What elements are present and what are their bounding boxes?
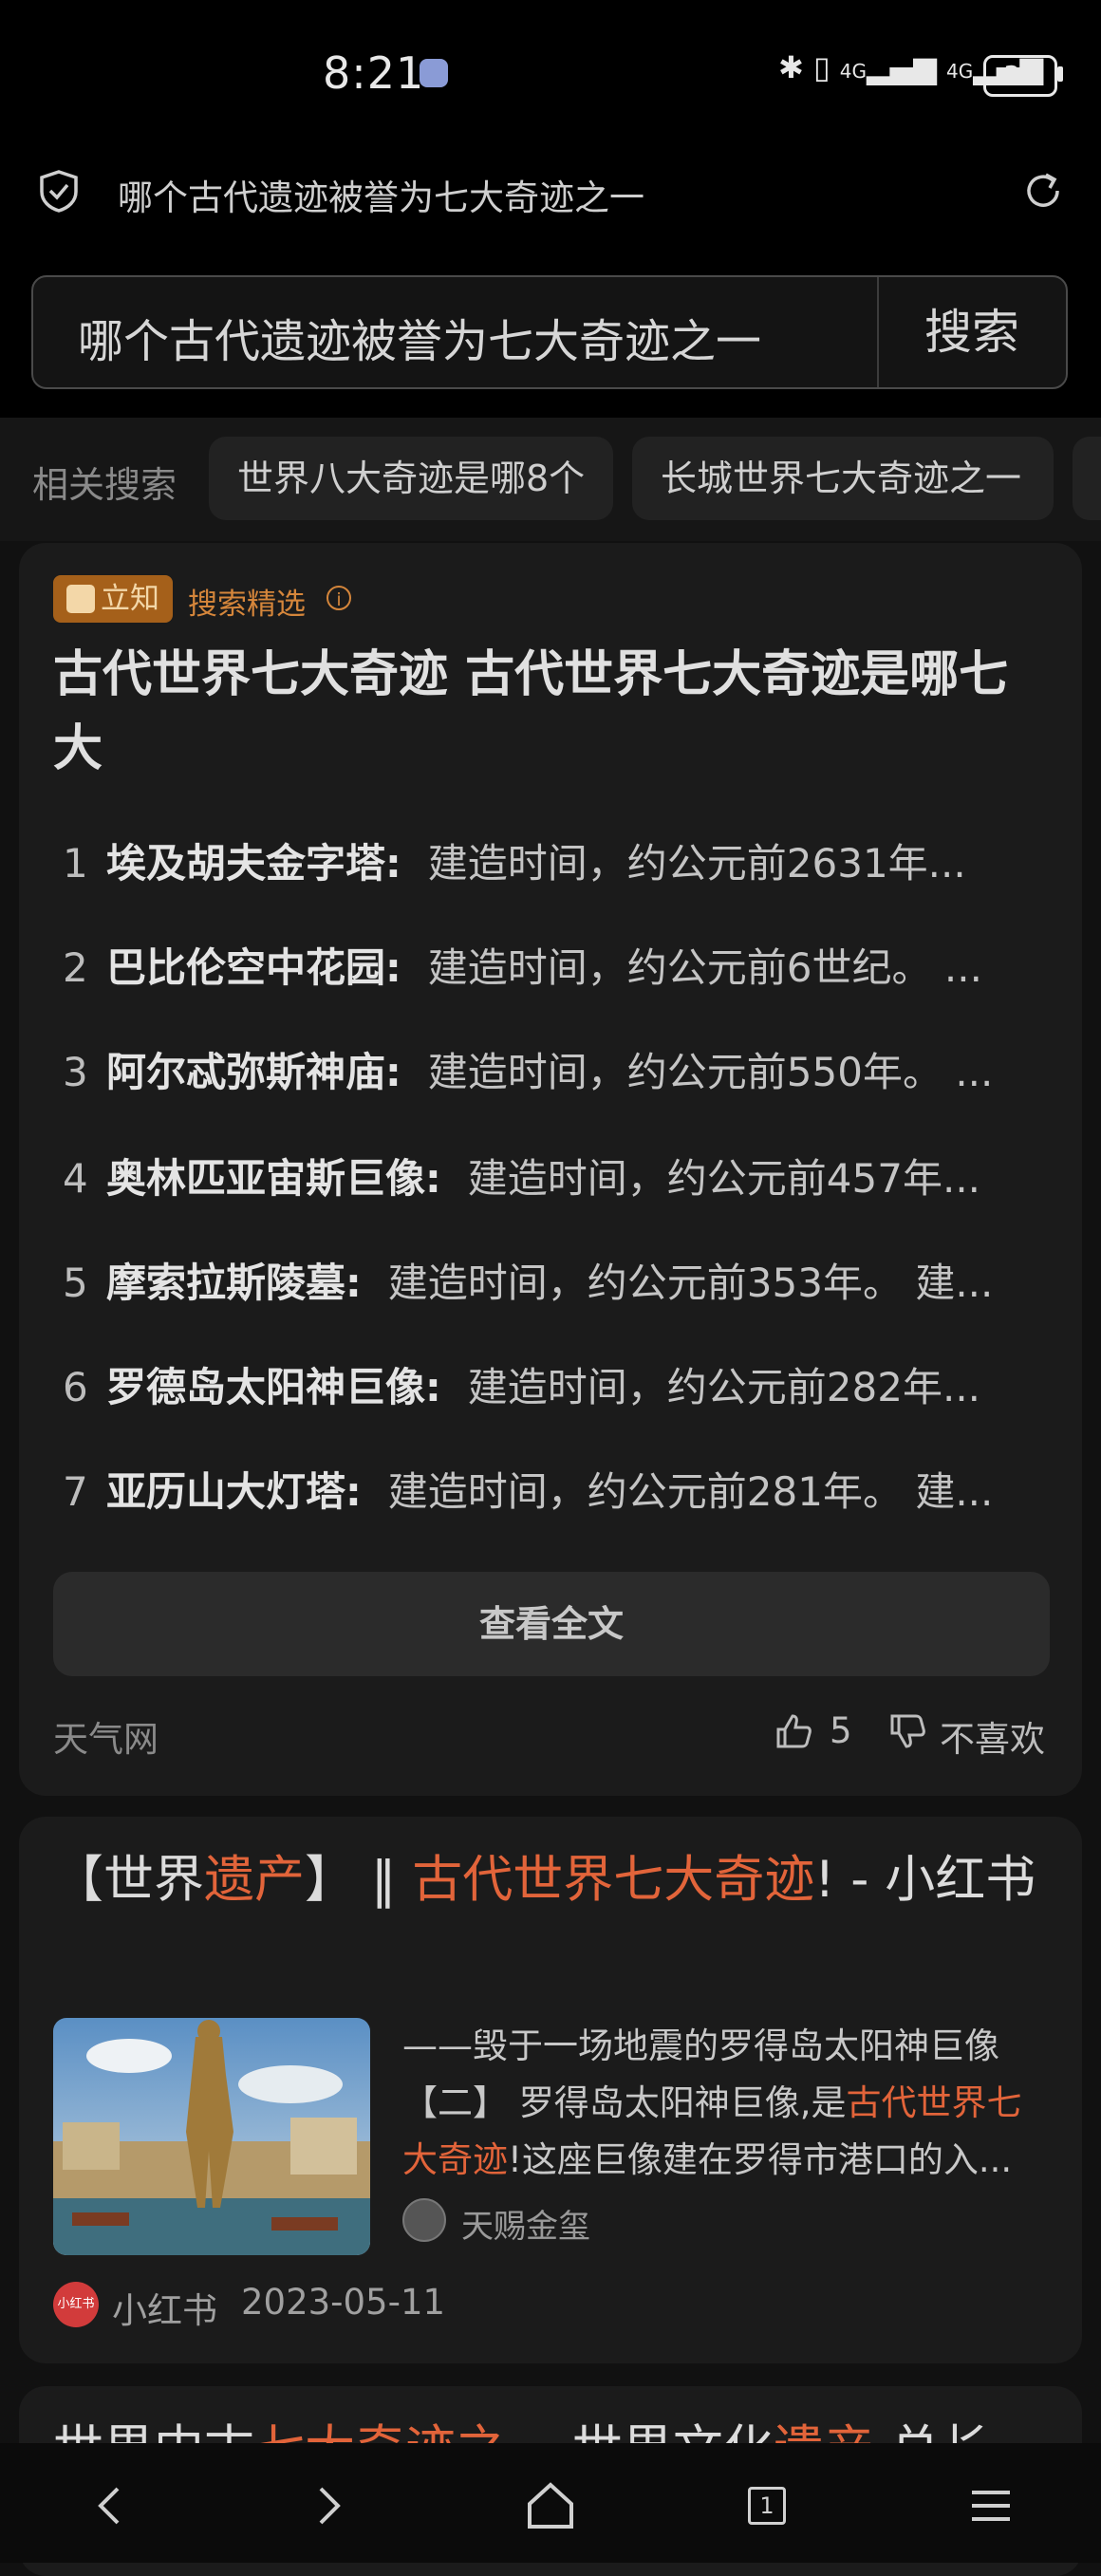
thumbs-down-icon[interactable] <box>886 1710 928 1752</box>
related-chip[interactable]: 长城世界七大奇迹之一 <box>632 437 1054 520</box>
lizhi-badge: 立知 <box>53 575 173 623</box>
shield-icon[interactable] <box>38 169 80 213</box>
list-item[interactable]: 6 罗德岛太阳神巨像: 建造时间，约公元前282年... <box>53 1359 1040 1416</box>
bluetooth-icon: ✱ <box>778 49 804 85</box>
list-item-desc: 建造时间，约公元前457年... <box>467 1155 981 1202</box>
author-name[interactable]: 天赐金玺 <box>461 2200 590 2247</box>
refresh-icon[interactable] <box>1021 169 1065 213</box>
list-item-name: 埃及胡夫金字塔: <box>106 840 401 887</box>
view-full-text-button[interactable]: 查看全文 <box>53 1572 1050 1676</box>
snippet-body: 【二】 罗得岛太阳神巨像,是古代世界七大奇迹!这座巨像建在罗得市港口的入... <box>402 2075 1048 2189</box>
list-item-number: 3 <box>63 1049 88 1095</box>
vibrate-icon: ▯ <box>812 49 830 85</box>
related-chip-overflow[interactable] <box>1073 437 1101 520</box>
back-icon[interactable] <box>72 2468 148 2544</box>
list-item-desc: 建造时间，约公元前6世纪。 ... <box>427 944 982 991</box>
title-part: 】 ‖ <box>305 1851 413 1909</box>
tabs-icon[interactable]: 1 <box>748 2487 786 2525</box>
source-name[interactable]: 天气网 <box>53 1710 159 1762</box>
list-item-number: 5 <box>63 1260 88 1306</box>
search-button[interactable]: 搜索 <box>879 277 1065 387</box>
card-title[interactable]: 古代世界七大奇迹 古代世界七大奇迹是哪七大 <box>53 638 1040 786</box>
result-title[interactable]: 【世界遗产】 ‖ 古代世界七大奇迹! - 小红书 <box>53 1841 1040 1919</box>
list-item[interactable]: 1 埃及胡夫金字塔: 建造时间，约公元前2631年... <box>53 835 1040 892</box>
snippet-line: ——毁于一场地震的罗得岛太阳神巨像 <box>402 2025 999 2066</box>
list-item-name: 奥林匹亚宙斯巨像: <box>106 1155 441 1202</box>
list-item[interactable]: 5 摩索拉斯陵墓: 建造时间，约公元前353年。 建... <box>53 1255 1040 1312</box>
home-icon[interactable] <box>513 2468 588 2544</box>
signal-icon: ▂▄▆ <box>867 49 937 85</box>
list-item[interactable]: 4 奥林匹亚宙斯巨像: 建造时间，约公元前457年... <box>53 1150 1040 1207</box>
address-text[interactable]: 哪个古代遗迹被誉为七大奇迹之一 <box>118 169 644 220</box>
status-time: 8:21 <box>323 47 425 99</box>
list-item[interactable]: 7 亚历山大灯塔: 建造时间，约公元前281年。 建... <box>53 1464 1040 1521</box>
search-input[interactable]: 哪个古代遗迹被誉为七大奇迹之一 <box>78 304 761 370</box>
list-item-desc: 建造时间，约公元前281年。 建... <box>387 1468 994 1515</box>
related-chip[interactable]: 世界八大奇迹是哪8个 <box>209 437 613 520</box>
list-item-number: 2 <box>63 944 88 991</box>
list-item-desc: 建造时间，约公元前550年。 ... <box>427 1049 994 1095</box>
title-highlight: 遗产 <box>204 1851 305 1909</box>
list-item-name: 阿尔忒弥斯神庙: <box>106 1049 401 1095</box>
dislike-button[interactable]: 不喜欢 <box>940 1710 1045 1762</box>
list-item[interactable]: 3 阿尔忒弥斯神庙: 建造时间，约公元前550年。 ... <box>53 1044 1040 1101</box>
forward-icon[interactable] <box>290 2468 366 2544</box>
list-item-desc: 建造时间，约公元前353年。 建... <box>387 1260 994 1306</box>
related-label: 相关搜索 <box>32 464 177 506</box>
featured-label: 搜索精选 <box>188 588 306 622</box>
list-item-name: 巴比伦空中花园: <box>106 944 401 991</box>
list-item-number: 4 <box>63 1155 88 1202</box>
title-part: 【世界 <box>53 1851 204 1909</box>
list-item[interactable]: 2 巴比伦空中花园: 建造时间，约公元前6世纪。 ... <box>53 940 1040 997</box>
battery-icon: 38 <box>983 55 1057 97</box>
list-item-number: 1 <box>63 840 88 887</box>
list-item-name: 亚历山大灯塔: <box>106 1468 362 1515</box>
author-avatar[interactable] <box>402 2198 446 2242</box>
snippet-text: !这座巨像建在罗得市港口的入... <box>508 2139 1013 2180</box>
lizhi-icon <box>66 585 95 613</box>
battery-tip <box>1057 66 1063 82</box>
title-highlight: 古代世界七大奇迹 <box>412 1851 815 1909</box>
result-snippet[interactable]: ——毁于一场地震的罗得岛太阳神巨像 【二】 罗得岛太阳神巨像,是古代世界七大奇迹… <box>402 2018 1048 2189</box>
title-part: ! - 小红书 <box>814 1851 1036 1909</box>
network-label-2: 4G <box>946 60 974 83</box>
source-name[interactable]: 小红书 <box>112 2282 217 2333</box>
notification-icon <box>420 59 448 87</box>
network-label: 4G <box>839 60 867 83</box>
publish-date: 2023-05-11 <box>241 2282 446 2323</box>
list-item-number: 7 <box>63 1468 88 1515</box>
list-item-name: 摩索拉斯陵墓: <box>106 1260 362 1306</box>
xiaohongshu-logo-icon: 小红书 <box>53 2282 99 2327</box>
list-item-name: 罗德岛太阳神巨像: <box>106 1364 441 1410</box>
list-item-number: 6 <box>63 1364 88 1410</box>
snippet-text: 【二】 罗得岛太阳神巨像,是 <box>402 2082 847 2123</box>
menu-icon[interactable] <box>953 2468 1029 2544</box>
info-icon[interactable]: i <box>327 586 351 610</box>
thumbs-up-icon[interactable] <box>773 1710 814 1752</box>
badge-text: 立知 <box>101 582 159 616</box>
like-count: 5 <box>830 1710 852 1751</box>
list-item-desc: 建造时间，约公元前282年... <box>467 1364 981 1410</box>
result-thumbnail[interactable] <box>53 2018 370 2255</box>
list-item-desc: 建造时间，约公元前2631年... <box>427 840 966 887</box>
